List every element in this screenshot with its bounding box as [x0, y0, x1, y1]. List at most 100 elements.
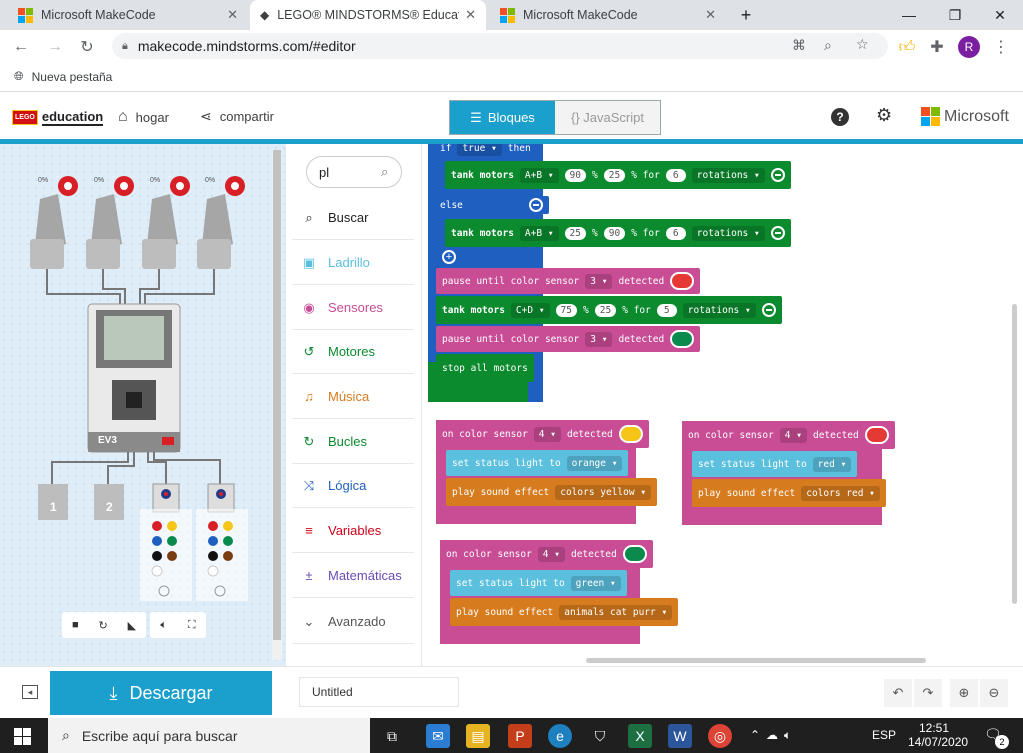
redo-icon[interactable]: ↷ [914, 679, 942, 707]
clock[interactable]: 12:51 14/07/2020 [908, 721, 968, 749]
if-header[interactable]: if true ▾ then [434, 144, 537, 156]
color-swatch[interactable] [622, 545, 647, 563]
tank-motors-block-1[interactable]: tank motors A+B ▾ 90% 25 % for 6 rotations ▾ [445, 161, 791, 189]
color-swatch[interactable] [670, 330, 695, 348]
bookmark-star-icon[interactable]: ☆ [856, 36, 869, 53]
tank-motors-block-3[interactable]: tank motors C+D ▾ 75% 25 % for 5 rotations ▾ [436, 296, 782, 324]
menu-icon[interactable]: ⋮ [990, 36, 1012, 58]
undo-icon[interactable]: ↶ [884, 679, 912, 707]
speed-right-input[interactable]: 90 [603, 226, 626, 240]
play-sound-block[interactable]: play sound effect colors yellow ▾ [446, 478, 658, 506]
chrome-icon[interactable]: ◎ [708, 724, 732, 748]
close-window-button[interactable]: ✕ [977, 0, 1023, 30]
stop-all-motors-block[interactable]: stop all motors [436, 354, 534, 382]
thumbs-up-icon[interactable]: 👍︎ [896, 36, 918, 58]
speed-right-input[interactable]: 25 [603, 168, 626, 182]
motor-a[interactable] [30, 176, 78, 269]
set-status-light-block[interactable]: set status light to red ▾ [692, 451, 858, 477]
light-dropdown[interactable]: orange ▾ [566, 455, 623, 471]
set-status-light-block[interactable]: set status light to orange ▾ [446, 450, 629, 476]
extensions-icon[interactable]: ✚ [926, 36, 948, 58]
ports-dropdown[interactable]: A+B ▾ [519, 167, 559, 183]
category-bucles[interactable]: ↻ Bucles [292, 420, 414, 464]
zoom-in-icon[interactable]: ⊕ [950, 679, 978, 707]
condition-dropdown[interactable]: true ▾ [457, 144, 502, 156]
category-ladrillo[interactable]: ▣ Ladrillo [292, 241, 414, 285]
browser-tab-2[interactable]: ◆ LEGO® MINDSTORMS® Educati ✕ [250, 0, 486, 30]
bookmark-nueva-pestana[interactable]: Nueva pestaña [32, 70, 113, 84]
javascript-tab[interactable]: {} JavaScript [555, 101, 660, 134]
ports-dropdown[interactable]: C+D ▾ [510, 302, 550, 318]
reload-icon[interactable]: ↻ [76, 36, 98, 58]
close-tab-icon[interactable]: ✕ [227, 7, 238, 23]
word-icon[interactable]: W [668, 724, 692, 748]
system-tray-icons[interactable]: ⌃☁🔈︎ [750, 728, 797, 743]
collapse-simulator-icon[interactable]: ◂ [22, 685, 38, 699]
add-else-icon[interactable]: + [442, 250, 456, 264]
stop-icon[interactable]: ■ [72, 619, 79, 631]
remove-param-icon[interactable] [770, 168, 785, 182]
light-dropdown[interactable]: green ▾ [570, 575, 621, 591]
taskbar-search[interactable]: ⌕ Escribe aquí para buscar [48, 718, 370, 753]
category-buscar[interactable]: ⌕ Buscar [292, 196, 414, 240]
store-icon[interactable]: ⛉ [588, 724, 612, 748]
url-field[interactable]: 🔒︎ makecode.mindstorms.com/#editor ⌘ ⌕ ☆ [112, 33, 888, 59]
unit-dropdown[interactable]: rotations ▾ [691, 225, 765, 241]
port-dropdown[interactable]: 3 ▾ [585, 331, 613, 347]
sound-dropdown[interactable]: animals cat purr ▾ [559, 604, 673, 620]
category-motores[interactable]: ↺ Motores [292, 330, 414, 374]
language-indicator[interactable]: ESP [872, 728, 896, 742]
zoom-out-icon[interactable]: ⊖ [980, 679, 1008, 707]
category-sensores[interactable]: ◉ Sensores [292, 286, 414, 330]
excel-icon[interactable]: X [628, 724, 652, 748]
toolbox-search-input[interactable]: pl ⌕ [306, 156, 402, 188]
scroll-thumb[interactable] [273, 150, 281, 640]
tank-motors-block-2[interactable]: tank motors A+B ▾ 25% 90 % for 6 rotations ▾ [445, 219, 791, 247]
sound-dropdown[interactable]: colors yellow ▾ [555, 484, 652, 500]
event-header[interactable]: on color sensor 4 ▾ detected [440, 540, 653, 568]
powerpoint-icon[interactable]: P [508, 724, 532, 748]
category-musica[interactable]: ♫ Música [292, 375, 414, 419]
close-tab-icon[interactable]: ✕ [465, 7, 476, 23]
color-swatch[interactable] [670, 272, 695, 290]
speed-left-input[interactable]: 75 [555, 303, 577, 317]
edge-icon[interactable]: e [548, 724, 572, 748]
speed-left-input[interactable]: 25 [564, 226, 586, 240]
unit-dropdown[interactable]: rotations ▾ [691, 167, 765, 183]
windows-start-icon[interactable] [14, 728, 31, 745]
profile-avatar[interactable]: R [958, 36, 980, 58]
mail-icon[interactable]: ✉ [426, 724, 450, 748]
remove-else-icon[interactable] [528, 198, 543, 212]
settings-gear-icon[interactable]: ⚙ [876, 105, 892, 126]
rotations-input[interactable]: 6 [665, 168, 686, 182]
project-name-input[interactable]: Untitled [299, 677, 459, 707]
zoom-icon[interactable]: ⌕ [824, 37, 832, 54]
rotations-input[interactable]: 6 [665, 226, 686, 240]
maximize-button[interactable]: ❐ [932, 0, 978, 30]
color-sensor-3[interactable] [140, 483, 192, 601]
motor-c[interactable] [142, 176, 190, 269]
task-view-icon[interactable]: ⧉ [380, 724, 404, 748]
speed-right-input[interactable]: 25 [594, 303, 617, 317]
home-button[interactable]: ⌂ hogar [118, 108, 169, 126]
back-icon[interactable]: ← [10, 36, 32, 58]
fullscreen-icon[interactable]: ⛶ [188, 619, 196, 632]
ports-dropdown[interactable]: A+B ▾ [519, 225, 559, 241]
pause-until-block-1[interactable]: pause until color sensor 3 ▾ detected [436, 268, 701, 294]
file-explorer-icon[interactable]: ▤ [466, 724, 490, 748]
microsoft-brand[interactable]: Microsoft [921, 107, 1009, 126]
blocks-workspace[interactable]: if true ▾ then tank motors A+B ▾ 90% 25 % for 6… [422, 144, 1023, 666]
light-dropdown[interactable]: red ▾ [812, 456, 852, 472]
minimize-button[interactable]: — [886, 0, 932, 30]
port-dropdown[interactable]: 4 ▾ [533, 426, 561, 442]
restart-icon[interactable]: ↻ [98, 619, 107, 632]
forward-icon[interactable]: → [44, 36, 66, 58]
port-dropdown[interactable]: 4 ▾ [537, 546, 565, 562]
translate-icon[interactable]: ⌘ [792, 37, 806, 54]
play-sound-block[interactable]: play sound effect colors red ▾ [692, 479, 886, 507]
event-header[interactable]: on color sensor 4 ▾ detected [682, 421, 895, 449]
workspace-vertical-scrollbar[interactable] [1012, 304, 1017, 604]
speed-left-input[interactable]: 90 [564, 168, 586, 182]
sound-dropdown[interactable]: colors red ▾ [801, 485, 880, 501]
share-button[interactable]: ⋖ compartir [200, 108, 274, 125]
